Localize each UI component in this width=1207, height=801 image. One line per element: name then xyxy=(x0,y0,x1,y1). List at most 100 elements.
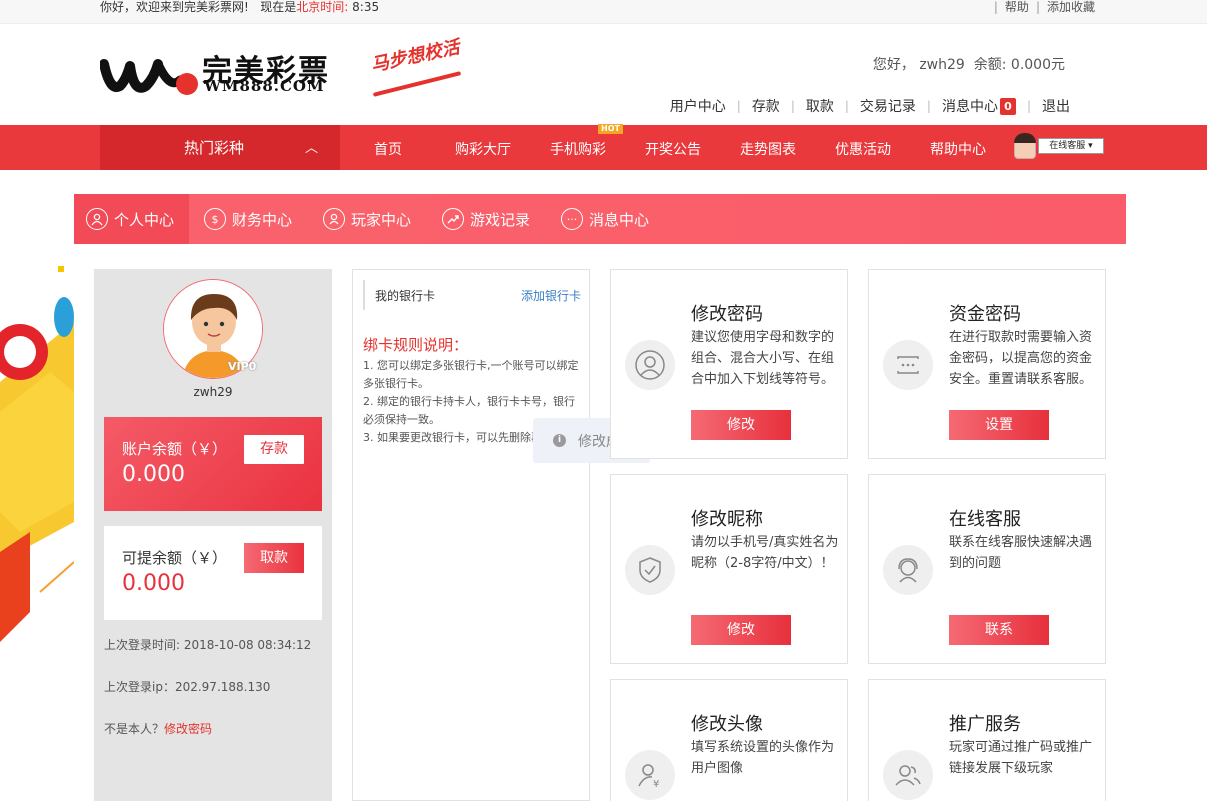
user-icon xyxy=(86,208,108,230)
top-links: | 帮助 | 添加收藏 xyxy=(993,0,1095,14)
rule-item: 1. 您可以绑定多张银行卡,一个账号可以绑定多张银行卡。 xyxy=(363,359,579,390)
background-decoration xyxy=(0,262,74,642)
last-login-time: 上次登录时间: 2018-10-08 08:34:12 xyxy=(104,638,312,652)
header-balance-value: 0.000元 xyxy=(1010,57,1065,73)
tab-finance-center[interactable]: $ 财务中心 xyxy=(204,194,292,244)
card-description: 建议您使用字母和数字的组合、混合大小写、在组合中加入下划线等符号。 xyxy=(691,330,835,387)
header-username: zwh29 xyxy=(919,57,965,73)
nav-mobile-lottery[interactable]: 手机购彩 xyxy=(550,139,606,159)
welcome-text: 你好，欢迎来到完美彩票网! 现在是北京时间: 8:35 xyxy=(100,0,379,14)
transactions-link[interactable]: 交易记录 xyxy=(860,96,916,116)
add-favorite-link[interactable]: 添加收藏 xyxy=(1047,0,1095,14)
account-tabs: 个人中心 $ 财务中心 玩家中心 游戏记录 ··· 消息中心 xyxy=(74,194,1126,244)
user-yen-icon: ¥ xyxy=(625,750,675,800)
chat-dots-icon: ··· xyxy=(561,208,583,230)
greeting: 您好， xyxy=(872,57,915,73)
user-menu: 用户中心 | 存款 | 取款 | 交易记录 | 消息中心 0 | 退出 xyxy=(670,96,1070,116)
headset-icon xyxy=(883,545,933,595)
card-description: 在进行取款时需要输入资金密码，以提高您的资金安全。重置请联系客服。 xyxy=(949,330,1093,387)
time-prefix: 现在是 xyxy=(260,0,297,14)
card-description: 联系在线客服快速解决遇到的问题 xyxy=(949,535,1093,571)
fund-password-card: 资金密码 在进行取款时需要输入资金密码，以提高您的资金安全。重置请联系客服。 设… xyxy=(868,269,1106,459)
user-icon xyxy=(625,340,675,390)
help-link[interactable]: 帮助 xyxy=(1005,0,1029,14)
card-title: 修改头像 xyxy=(691,714,763,735)
nav-trend-charts[interactable]: 走势图表 xyxy=(740,139,796,159)
online-service-label: 在线客服 xyxy=(1049,141,1086,151)
hot-category-dropdown[interactable]: 热门彩种 ︿ xyxy=(100,125,340,170)
slogan-underline xyxy=(372,71,462,97)
nav-home[interactable]: 首页 xyxy=(374,139,402,159)
deposit-link[interactable]: 存款 xyxy=(752,96,780,116)
last-login-ip: 上次登录ip：202.97.188.130 xyxy=(104,680,271,694)
hot-tag: HOT xyxy=(598,124,623,134)
site-logo[interactable]: 完美彩票 WM888.COM xyxy=(100,50,340,100)
tab-label: 财务中心 xyxy=(232,210,293,229)
users-icon xyxy=(883,750,933,800)
slogan: 马步想校活 xyxy=(369,36,462,77)
add-bank-card-link[interactable]: 添加银行卡 xyxy=(521,287,581,304)
withdraw-link[interactable]: 取款 xyxy=(806,96,834,116)
nav-promotions[interactable]: 优惠活动 xyxy=(835,139,891,159)
profile-sidebar: VIP0 zwh29 账户余额（￥） 0.000 存款 可提余额（￥） 0.00… xyxy=(94,269,332,801)
card-title: 资金密码 xyxy=(949,304,1021,325)
change-password-link[interactable]: 修改密码 xyxy=(164,722,212,736)
card-title: 修改密码 xyxy=(691,304,763,325)
not-me-text: 不是本人？ xyxy=(104,722,165,736)
time-value: 8:35 xyxy=(352,0,380,14)
tab-message-center[interactable]: ··· 消息中心 xyxy=(561,194,649,244)
shield-check-icon xyxy=(625,545,675,595)
card-description: 请勿以手机号/真实姓名为昵称（2-8字符/中文）！ xyxy=(691,535,839,571)
nav-draw-results[interactable]: 开奖公告 xyxy=(645,139,701,159)
keypad-icon xyxy=(883,340,933,390)
tab-player-center[interactable]: 玩家中心 xyxy=(323,194,411,244)
deposit-button[interactable]: 存款 xyxy=(244,435,304,464)
logout-link[interactable]: 退出 xyxy=(1042,96,1070,116)
online-service-card: 在线客服 联系在线客服快速解决遇到的问题 联系 xyxy=(868,474,1106,664)
card-title: 在线客服 xyxy=(949,509,1021,530)
info-icon: i xyxy=(553,434,566,447)
withdrawable-balance-card: 可提余额（￥） 0.000 取款 xyxy=(104,526,322,620)
player-icon xyxy=(323,208,345,230)
account-balance-value: 0.000 xyxy=(122,462,185,487)
vip-level: VIP0 xyxy=(228,360,257,373)
tab-label: 游戏记录 xyxy=(470,210,531,229)
messages-link[interactable]: 消息中心 xyxy=(942,96,998,116)
change-avatar-card: ¥ 修改头像 填写系统设置的头像作为用户图像 xyxy=(610,679,848,801)
user-center-link[interactable]: 用户中心 xyxy=(670,96,726,116)
card-title: 修改昵称 xyxy=(691,509,763,530)
change-nickname-card: 修改昵称 请勿以手机号/真实姓名为昵称（2-8字符/中文）！ 修改 xyxy=(610,474,848,664)
bank-card-panel: 我的银行卡 添加银行卡 绑卡规则说明： 1. 您可以绑定多张银行卡,一个账号可以… xyxy=(352,269,590,801)
withdrawable-label: 可提余额（￥） xyxy=(122,549,228,567)
header-balance-label: 余额: xyxy=(973,57,1007,73)
online-service-widget[interactable]: 在线客服 ▾ xyxy=(1014,133,1104,159)
trend-icon xyxy=(442,208,464,230)
service-agent-avatar xyxy=(1014,133,1036,159)
message-count-badge: 0 xyxy=(999,97,1016,115)
nav-help-center[interactable]: 帮助中心 xyxy=(930,139,986,159)
contact-service-button[interactable]: 联系 xyxy=(949,615,1049,645)
change-password-card: 修改密码 建议您使用字母和数字的组合、混合大小写、在组合中加入下划线等符号。 修… xyxy=(610,269,848,459)
svg-text:¥: ¥ xyxy=(653,779,659,790)
change-password-button[interactable]: 修改 xyxy=(691,410,791,440)
nav-lottery-hall[interactable]: 购彩大厅 xyxy=(455,139,511,159)
set-fund-password-button[interactable]: 设置 xyxy=(949,410,1049,440)
card-title: 推广服务 xyxy=(949,714,1021,735)
top-bar: 你好，欢迎来到完美彩票网! 现在是北京时间: 8:35 | 帮助 | 添加收藏 xyxy=(0,0,1207,24)
chevron-up-icon: ︿ xyxy=(305,141,319,156)
withdrawable-value: 0.000 xyxy=(122,571,185,596)
tab-label: 消息中心 xyxy=(589,210,650,229)
not-me-notice: 不是本人？修改密码 xyxy=(104,720,212,737)
online-service-button[interactable]: 在线客服 ▾ xyxy=(1038,138,1104,154)
tab-personal-center[interactable]: 个人中心 xyxy=(74,194,189,244)
account-balance-card: 账户余额（￥） 0.000 存款 xyxy=(104,417,322,511)
user-info: 您好， zwh29 余额: 0.000元 xyxy=(873,54,1065,74)
time-zone: 北京时间: xyxy=(296,0,349,14)
main-nav: 热门彩种 ︿ 首页 购彩大厅 手机购彩 HOT 开奖公告 走势图表 优惠活动 帮… xyxy=(0,124,1207,170)
change-nickname-button[interactable]: 修改 xyxy=(691,615,791,645)
withdraw-button[interactable]: 取款 xyxy=(244,543,304,573)
profile-username: zwh29 xyxy=(193,385,233,399)
tab-game-records[interactable]: 游戏记录 xyxy=(442,194,530,244)
tab-label: 玩家中心 xyxy=(351,210,412,229)
dollar-icon: $ xyxy=(204,208,226,230)
